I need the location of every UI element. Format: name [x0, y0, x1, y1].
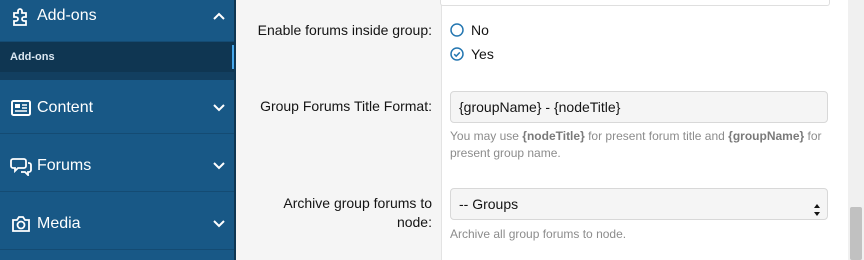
title-format-hint-line2: present group name. — [450, 146, 561, 160]
newspaper-icon — [10, 97, 32, 119]
archive-node-label: Archive group forums to — [283, 195, 432, 211]
chevron-down-icon — [212, 217, 226, 231]
nav-section-label: Content — [37, 98, 94, 116]
nav-section-label: Media — [37, 214, 81, 232]
radio-unchecked-icon — [450, 23, 464, 37]
chevron-down-icon — [212, 159, 226, 173]
select-value: -- Groups — [459, 196, 519, 212]
nav-section-label: Forums — [37, 156, 92, 174]
radio-no[interactable]: No — [450, 22, 489, 38]
nav-subitem-addons[interactable]: Add-ons — [0, 42, 236, 72]
archive-node-hint: Archive all group forums to node. — [450, 227, 627, 241]
nav-section-addons[interactable]: Add-ons — [0, 0, 236, 42]
previous-field-box — [440, 0, 830, 6]
title-format-label: Group Forums Title Format: — [260, 98, 432, 114]
hint-token-group-name: {groupName} — [728, 129, 805, 143]
hint-text: for present forum title and — [584, 129, 729, 143]
nav-subitem-label: Add-ons — [10, 51, 55, 63]
hint-text: for — [804, 129, 822, 143]
nav-section-media[interactable]: Media — [0, 198, 236, 250]
divider — [0, 72, 236, 80]
title-format-hint: You may use {nodeTitle} for present foru… — [450, 128, 822, 145]
admin-sidebar: Add-ons Add-ons Content Forums Media — [0, 0, 236, 260]
scrollbar-thumb[interactable] — [850, 207, 862, 260]
radio-yes[interactable]: Yes — [450, 46, 494, 62]
enable-forums-label: Enable forums inside group: — [257, 22, 432, 38]
radio-yes-label: Yes — [471, 46, 494, 62]
camera-icon — [10, 213, 32, 235]
archive-node-select[interactable]: -- Groups — [450, 188, 828, 220]
nav-section-label: Add-ons — [37, 6, 97, 24]
chevron-up-icon — [212, 9, 226, 23]
radio-no-label: No — [471, 22, 489, 38]
chevron-down-icon — [212, 101, 226, 115]
sidebar-edge — [234, 0, 236, 260]
nav-section-content[interactable]: Content — [0, 82, 236, 134]
select-caret-icon — [813, 197, 821, 216]
comments-icon — [10, 155, 32, 177]
radio-checked-icon — [450, 47, 464, 61]
hint-text: You may use — [450, 129, 523, 143]
archive-node-label-line2: node: — [396, 214, 432, 230]
title-format-input[interactable]: {groupName} - {nodeTitle} — [450, 91, 828, 123]
hint-token-node-title: {nodeTitle} — [522, 129, 585, 143]
nav-section-forums[interactable]: Forums — [0, 140, 236, 192]
puzzle-icon — [10, 5, 32, 27]
